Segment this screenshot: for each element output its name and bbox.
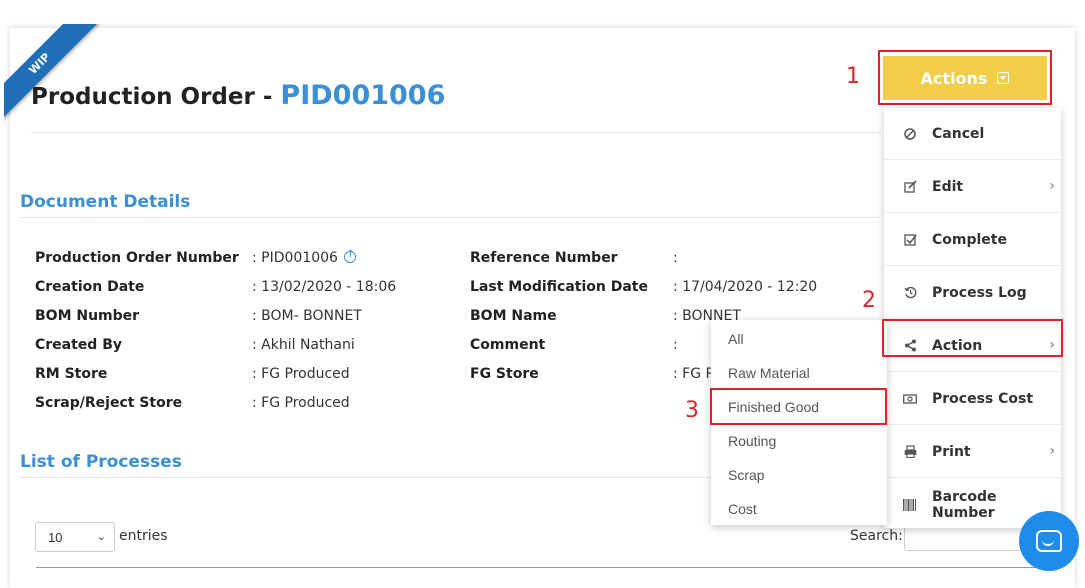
production-order-number-value: : PID001006 — [252, 250, 338, 266]
entries-select-value: 10 — [48, 529, 63, 545]
document-details-divider — [20, 217, 880, 218]
highlight-box-finished-good — [710, 388, 887, 425]
table-top-border — [36, 567, 1036, 568]
menu-item-label: Cancel — [932, 125, 985, 142]
menu-item-label: Complete — [932, 231, 1007, 248]
detail-value: : BOM- BONNET — [252, 308, 362, 324]
detail-value: : PID001006 — [252, 249, 357, 266]
detail-label: Production Order Number — [35, 250, 239, 266]
menu-item-complete[interactable]: Complete — [884, 214, 1061, 266]
detail-label: BOM Number — [35, 308, 140, 324]
detail-value: : FG Produced — [252, 395, 350, 411]
status-ribbon: WIP — [4, 24, 104, 124]
actions-dropdown-menu: Cancel Edit › Complete Process Log Actio… — [884, 108, 1061, 528]
submenu-item-cost[interactable]: Cost — [711, 492, 887, 526]
detail-label: Creation Date — [35, 279, 145, 295]
title-divider — [31, 132, 881, 133]
menu-item-print[interactable]: Print › — [884, 426, 1061, 478]
entries-select[interactable]: 10 ⌄ — [35, 522, 115, 552]
menu-item-process-cost[interactable]: Process Cost — [884, 373, 1061, 425]
ban-icon — [903, 127, 917, 141]
submenu-item-routing[interactable]: Routing — [711, 424, 887, 458]
detail-label: RM Store — [35, 366, 108, 382]
chevron-right-icon: › — [1049, 443, 1055, 459]
detail-label: FG Store — [470, 366, 539, 382]
detail-value: : 17/04/2020 - 12:20 — [673, 279, 818, 295]
edit-icon — [903, 180, 917, 194]
detail-value: : Akhil Nathani — [252, 337, 355, 353]
detail-label: Last Modification Date — [470, 279, 648, 295]
entries-label: entries — [119, 528, 168, 544]
chevron-right-icon: › — [1049, 178, 1055, 194]
detail-label: Comment — [470, 337, 546, 353]
submenu-item-scrap[interactable]: Scrap — [711, 458, 887, 492]
highlight-box-actions — [878, 50, 1052, 105]
annotation-number-1: 1 — [846, 64, 860, 89]
submenu-item-all[interactable]: All — [711, 322, 887, 356]
highlight-box-action — [882, 319, 1063, 357]
menu-item-label: Edit — [932, 178, 964, 195]
submenu-item-raw-material[interactable]: Raw Material — [711, 356, 887, 390]
arrow-up-circle-icon[interactable] — [344, 249, 357, 263]
chat-launcher-button[interactable] — [1019, 511, 1079, 571]
annotation-number-2: 2 — [862, 288, 876, 313]
order-id: PID001006 — [280, 80, 446, 111]
menu-item-process-log[interactable]: Process Log — [884, 267, 1061, 319]
detail-value: : — [673, 250, 678, 266]
chat-icon — [1036, 530, 1062, 552]
detail-value: : — [673, 337, 678, 353]
menu-item-label: Process Log — [932, 284, 1027, 301]
menu-item-label: Process Cost — [932, 390, 1034, 407]
chevron-down-icon: ⌄ — [96, 531, 106, 543]
menu-item-edit[interactable]: Edit › — [884, 161, 1061, 213]
wip-ribbon-label: WIP — [4, 24, 98, 122]
detail-value: : FG P — [673, 366, 714, 382]
barcode-icon — [903, 498, 917, 512]
check-square-icon — [903, 233, 917, 247]
print-icon — [903, 445, 917, 459]
annotation-number-3: 3 — [685, 398, 699, 423]
money-icon — [903, 392, 917, 406]
menu-item-cancel[interactable]: Cancel — [884, 108, 1061, 160]
history-icon — [903, 286, 917, 300]
detail-label: BOM Name — [470, 308, 557, 324]
detail-label: Created By — [35, 337, 123, 353]
detail-label: Scrap/Reject Store — [35, 395, 183, 411]
document-details-heading: Document Details — [20, 192, 191, 212]
menu-item-label: Print — [932, 443, 971, 460]
detail-value: : FG Produced — [252, 366, 350, 382]
detail-value: : 13/02/2020 - 18:06 — [252, 279, 397, 295]
detail-label: Reference Number — [470, 250, 618, 266]
list-of-processes-heading: List of Processes — [20, 452, 182, 472]
